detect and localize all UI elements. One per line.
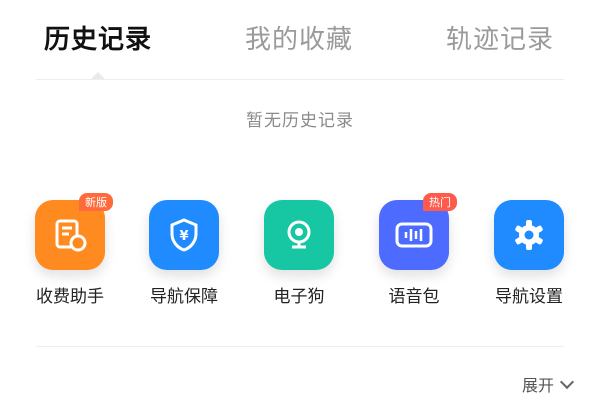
- tab-favorites[interactable]: 我的收藏: [245, 19, 353, 56]
- svg-text:¥: ¥: [179, 229, 188, 244]
- hot-badge: 热门: [423, 193, 457, 211]
- tool-nav-guarantee[interactable]: ¥ 导航保障: [139, 200, 229, 307]
- voice-wave-icon: [395, 222, 433, 248]
- history-panel: 历史记录 我的收藏 轨迹记录 暂无历史记录 新版 收费助手 ¥ 导航保障 电子狗…: [0, 0, 600, 400]
- empty-state-text: 暂无历史记录: [246, 111, 354, 131]
- expand-button[interactable]: 展开: [521, 372, 575, 396]
- tool-icon-box: 热门: [379, 193, 457, 270]
- tool-speed-camera[interactable]: 电子狗: [254, 200, 344, 307]
- tool-label: 语音包: [388, 287, 440, 307]
- tool-label: 收费助手: [36, 287, 104, 307]
- tools-grid: 新版 收费助手 ¥ 导航保障 电子狗 热门 语音包 导航设置: [0, 193, 600, 320]
- tool-label: 导航设置: [495, 287, 563, 307]
- divider: [36, 346, 564, 347]
- new-badge: 新版: [79, 193, 113, 211]
- tab-indicator: [91, 72, 105, 79]
- tool-nav-settings[interactable]: 导航设置: [484, 200, 574, 307]
- tool-voice-pack[interactable]: 热门 语音包: [369, 193, 459, 307]
- tool-toll-assistant[interactable]: 新版 收费助手: [25, 193, 115, 307]
- tool-icon-box: 新版: [35, 193, 113, 270]
- toll-document-icon: [55, 219, 87, 252]
- tool-icon-box: [494, 200, 564, 270]
- camera-icon: [287, 220, 311, 249]
- tool-label: 导航保障: [150, 287, 218, 307]
- expand-label: 展开: [521, 376, 554, 395]
- tool-label: 电子狗: [273, 287, 325, 307]
- chevron-down-icon: [559, 374, 575, 389]
- tab-bar: 历史记录 我的收藏 轨迹记录: [0, 0, 600, 74]
- gear-icon: [515, 220, 543, 250]
- divider: [36, 79, 564, 80]
- shield-icon: ¥: [170, 218, 198, 252]
- tab-history[interactable]: 历史记录: [44, 19, 152, 56]
- tab-tracks[interactable]: 轨迹记录: [446, 19, 554, 56]
- tool-icon-box: [264, 200, 334, 270]
- tool-icon-box: ¥: [149, 200, 219, 270]
